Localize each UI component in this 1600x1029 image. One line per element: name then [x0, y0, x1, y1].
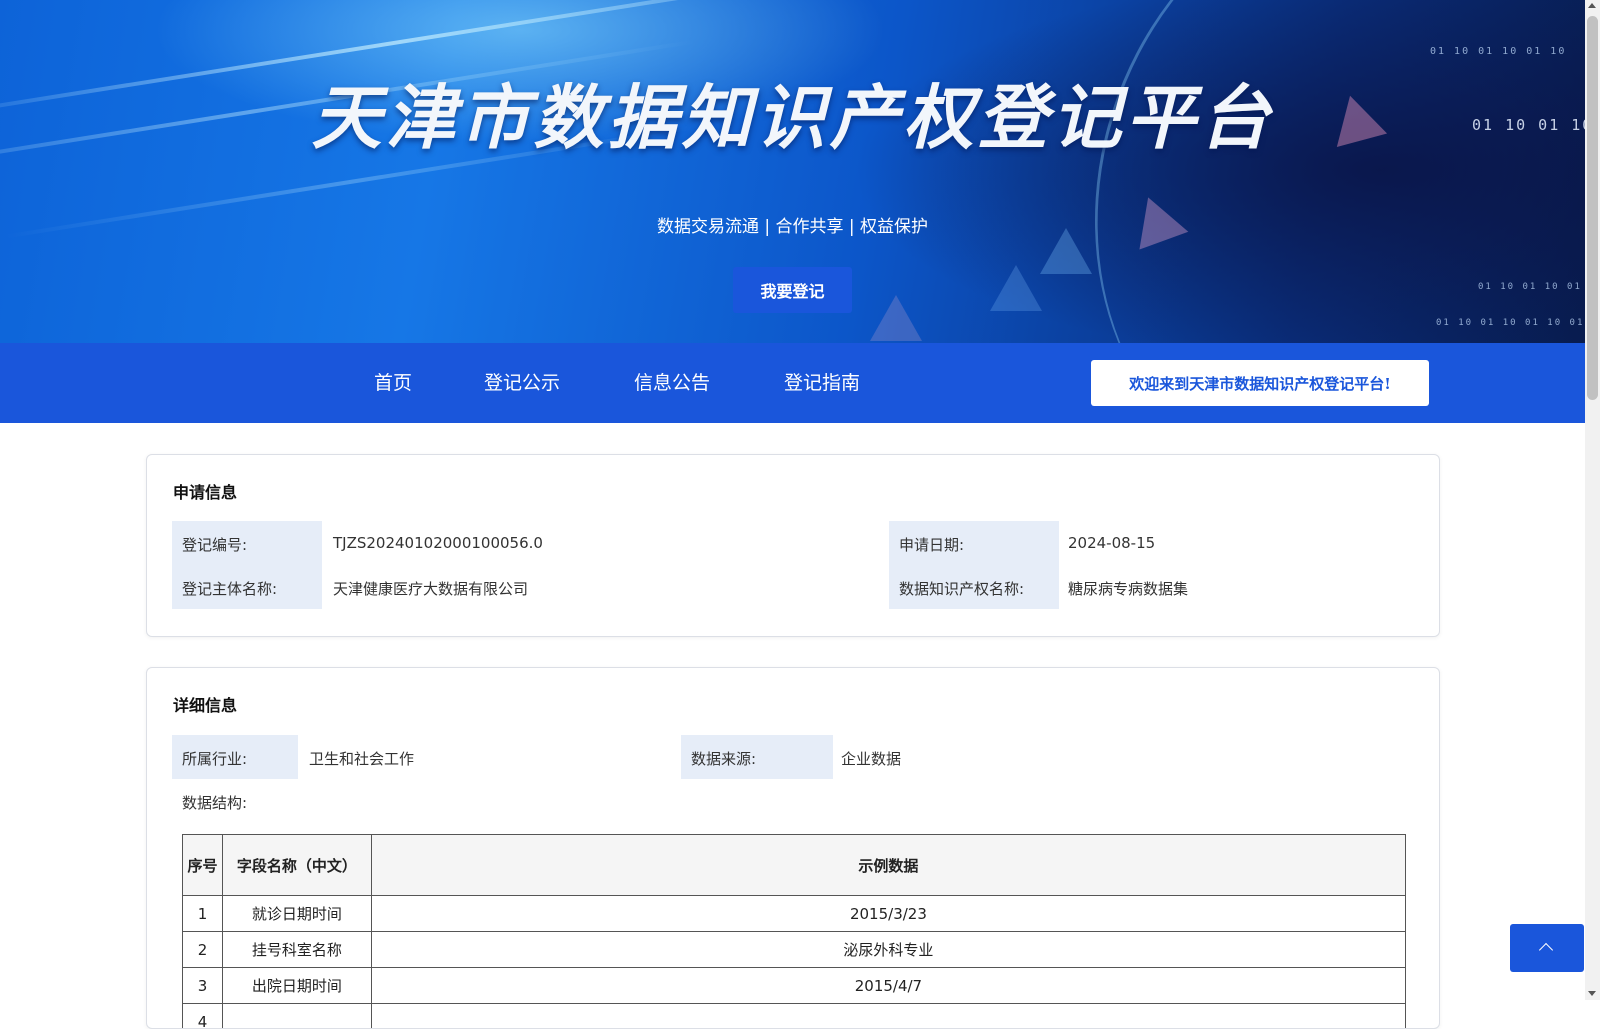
apply-date-label: 申请日期: — [899, 534, 964, 555]
row-field-name: 就诊日期时间 — [222, 896, 371, 932]
row-index: 1 — [183, 896, 223, 932]
row-sample-data — [371, 1004, 1405, 1029]
back-to-top-button[interactable] — [1510, 924, 1584, 972]
industry-value: 卫生和社会工作 — [309, 748, 414, 769]
scroll-thumb[interactable] — [1587, 16, 1598, 400]
source-label-cell: 数据来源: — [681, 735, 833, 779]
section-title: 详细信息 — [173, 692, 237, 716]
row-field-name — [222, 1004, 371, 1029]
triangle-decoration — [990, 265, 1042, 311]
binary-text: 01 10 01 10 01 10 — [1430, 46, 1566, 57]
table-row: 3 出院日期时间 2015/4/7 — [183, 968, 1406, 1004]
binary-text: 01 10 01 10 01 10 01 10 01 — [1478, 282, 1585, 292]
scroll-up-arrow-icon[interactable] — [1588, 3, 1596, 8]
subject-label: 登记主体名称: — [182, 578, 277, 599]
main-nav: 首页 登记公示 信息公告 登记指南 欢迎来到天津市数据知识产权登记平台! — [0, 343, 1585, 423]
hero-banner: 01 10 01 10 01 10 01 10 01 10 0 01 10 01… — [0, 0, 1585, 343]
row-sample-data: 2015/4/7 — [371, 968, 1405, 1004]
nav-item-guide[interactable]: 登记指南 — [784, 368, 860, 395]
row-index: 4 — [183, 1004, 223, 1029]
header-index: 序号 — [183, 835, 223, 896]
apply-date-value: 2024-08-15 — [1068, 534, 1155, 552]
source-value: 企业数据 — [841, 748, 901, 769]
table-row: 1 就诊日期时间 2015/3/23 — [183, 896, 1406, 932]
reg-no-label: 登记编号: — [182, 534, 247, 555]
header-sample-data: 示例数据 — [371, 835, 1405, 896]
section-title: 申请信息 — [173, 479, 237, 503]
label-column-right: 申请日期: 数据知识产权名称: — [889, 521, 1059, 609]
table-row: 2 挂号科室名称 泌尿外科专业 — [183, 932, 1406, 968]
row-index: 3 — [183, 968, 223, 1004]
register-button[interactable]: 我要登记 — [733, 267, 852, 313]
table-header-row: 序号 字段名称（中文） 示例数据 — [183, 835, 1406, 896]
application-info-card: 申请信息 登记编号: 登记主体名称: TJZS20240102000100056… — [146, 454, 1440, 637]
welcome-banner: 欢迎来到天津市数据知识产权登记平台! — [1091, 360, 1429, 406]
reg-no-value: TJZS20240102000100056.0 — [333, 534, 543, 552]
detail-info-card: 详细信息 所属行业: 卫生和社会工作 数据来源: 企业数据 数据结构: 序号 字… — [146, 667, 1440, 1029]
triangle-decoration — [870, 295, 922, 341]
table-row: 4 — [183, 1004, 1406, 1029]
row-field-name: 挂号科室名称 — [222, 932, 371, 968]
source-label: 数据来源: — [691, 748, 756, 769]
industry-label: 所属行业: — [182, 748, 247, 769]
header-field-name: 字段名称（中文） — [222, 835, 371, 896]
scroll-down-arrow-icon[interactable] — [1588, 991, 1596, 996]
row-sample-data: 泌尿外科专业 — [371, 932, 1405, 968]
ip-name-label: 数据知识产权名称: — [899, 578, 1024, 599]
row-field-name: 出院日期时间 — [222, 968, 371, 1004]
subject-value: 天津健康医疗大数据有限公司 — [333, 578, 528, 599]
row-index: 2 — [183, 932, 223, 968]
label-column-left: 登记编号: 登记主体名称: — [172, 521, 322, 609]
platform-title: 天津市数据知识产权登记平台 — [0, 62, 1585, 163]
industry-label-cell: 所属行业: — [172, 735, 298, 779]
chevron-up-icon — [1539, 943, 1553, 957]
nav-item-announcements[interactable]: 信息公告 — [634, 368, 710, 395]
nav-item-registration-notice[interactable]: 登记公示 — [484, 368, 560, 395]
nav-item-home[interactable]: 首页 — [374, 368, 412, 395]
platform-slogan: 数据交易流通 | 合作共享 | 权益保护 — [0, 212, 1585, 237]
binary-text: 01 10 01 10 01 10 01 10 01 10 — [1436, 318, 1585, 328]
structure-label: 数据结构: — [182, 792, 247, 813]
row-sample-data: 2015/3/23 — [371, 896, 1405, 932]
page-scrollbar[interactable] — [1585, 0, 1600, 1000]
ip-name-value: 糖尿病专病数据集 — [1068, 578, 1188, 599]
